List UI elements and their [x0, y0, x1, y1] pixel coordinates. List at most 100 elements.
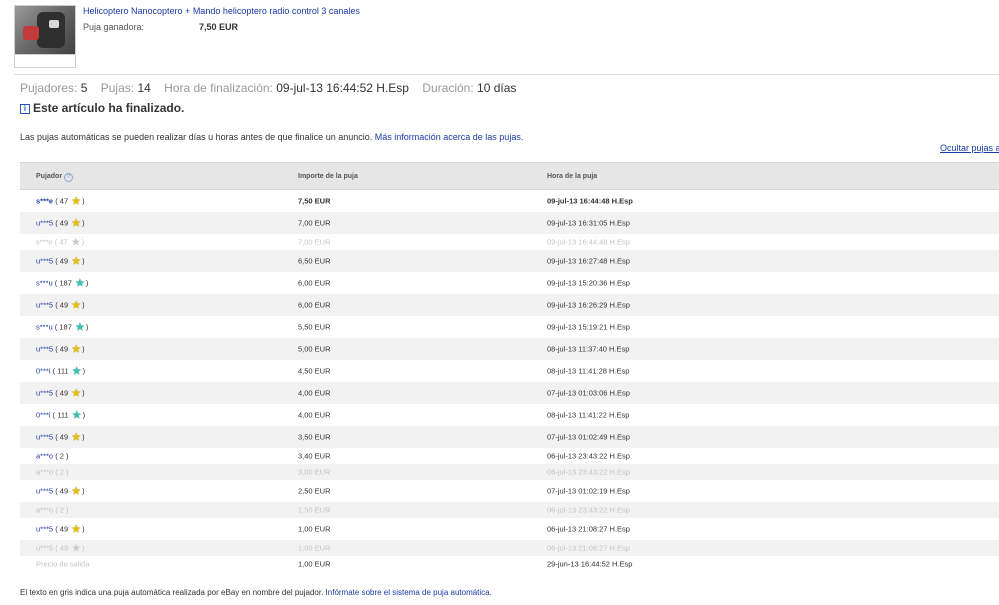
bidder-link[interactable]: u***5 — [36, 544, 53, 553]
table-row: s***u ( 187 ★) 6,00 EUR 09-jul-13 15:20:36… — [20, 272, 999, 294]
feedback-score[interactable]: ( 49 ★) — [53, 255, 84, 268]
feedback-score[interactable]: ( 111 ★) — [51, 409, 85, 422]
bidder-link[interactable]: 0***i — [36, 367, 51, 376]
bidder-cell: s***u ( 187 ★) — [36, 321, 89, 334]
bid-time: 09-jul-13 16:27:48 H.Esp — [547, 256, 630, 266]
feedback-score[interactable]: ( 47 ★) — [53, 236, 84, 249]
bidder-link[interactable]: s***u — [36, 323, 53, 332]
feedback-score-value: 2 — [59, 451, 64, 461]
item-header: Helicoptero Nanocoptero + Mando helicopt… — [14, 5, 999, 69]
bidder-link[interactable]: u***5 — [36, 257, 53, 266]
feedback-score[interactable]: ( 187 ★) — [53, 321, 89, 334]
bid-time: 09-jul-13 16:44:48 H.Esp — [547, 237, 630, 247]
bidder-link[interactable]: u***5 — [36, 301, 53, 310]
bidder-cell: a***o ( 2 ) — [36, 468, 69, 477]
table-row: u***5 ( 49 ★) 6,00 EUR 09-jul-13 16:26:29 … — [20, 294, 999, 316]
bidder-cell: s***e ( 47 ★) — [36, 196, 85, 207]
feedback-score[interactable]: ( 49 ★) — [53, 542, 84, 555]
table-row: a***o ( 2 ) 3,40 EUR 06-jul-13 23:43:22 H.… — [20, 448, 999, 464]
bidder-cell: 0***i ( 111 ★) — [36, 366, 85, 377]
bid-amount: 3,50 EUR — [298, 432, 331, 442]
bidder-link[interactable]: u***5 — [36, 345, 53, 354]
ended-notice: i Este artículo ha finalizado. — [20, 101, 184, 115]
bid-time: 07-jul-13 01:02:19 H.Esp — [547, 486, 630, 496]
bid-amount: 6,00 EUR — [298, 278, 331, 288]
gray-star-icon: ★ — [70, 236, 81, 249]
feedback-score[interactable]: ( 49 ★) — [53, 344, 84, 355]
bids-label: Pujas: — [100, 81, 135, 95]
feedback-score-value: 49 — [59, 486, 69, 496]
feedback-score[interactable]: ( 2 ) — [53, 468, 68, 477]
duration-value: 10 días — [477, 81, 517, 95]
table-row: a***o ( 2 ) 1,50 EUR 06-jul-13 23:43:22 H.… — [20, 502, 999, 518]
column-header-bidder[interactable]: Pujador? — [36, 173, 74, 182]
bidder-link[interactable]: u***5 — [36, 389, 53, 398]
bidder-link[interactable]: a***o — [36, 468, 53, 477]
table-row: 0***i ( 111 ★) 4,50 EUR 08-jul-13 11:41:28… — [20, 360, 999, 382]
table-row: u***5 ( 49 ★) 4,00 EUR 07-jul-13 01:03:06 … — [20, 382, 999, 404]
table-header: Pujador? Importe de la puja Hora de la p… — [20, 162, 999, 190]
bid-amount: 7,50 EUR — [298, 196, 331, 206]
feedback-score-value: 47 — [59, 196, 69, 206]
bidder-link[interactable]: u***5 — [36, 525, 53, 534]
help-icon[interactable]: ? — [64, 173, 74, 182]
column-header-time: Hora de la puja — [547, 173, 598, 180]
bidder-link[interactable]: a***o — [36, 452, 53, 461]
feedback-score-value: 49 — [59, 432, 69, 442]
bidder-cell: u***5 ( 49 ★) — [36, 300, 85, 311]
bid-amount: 2,50 EUR — [298, 486, 331, 496]
bidder-cell: 0***i ( 111 ★) — [36, 409, 85, 422]
feedback-score[interactable]: ( 111 ★) — [51, 366, 85, 377]
turquoise-star-icon: ★ — [74, 321, 85, 334]
bidder-link[interactable]: 0***i — [36, 411, 51, 420]
bidder-link[interactable]: a***o — [36, 506, 53, 515]
feedback-score[interactable]: ( 49 ★) — [53, 524, 84, 535]
turquoise-star-icon: ★ — [71, 409, 82, 422]
bidding-info-link[interactable]: Más información acerca de las pujas. — [375, 132, 524, 142]
feedback-score[interactable]: ( 49 ★) — [53, 486, 84, 497]
item-thumbnail[interactable] — [14, 5, 76, 55]
gray-star-icon: ★ — [71, 542, 82, 555]
bidder-link[interactable]: s***u — [36, 279, 53, 288]
feedback-score-value: 49 — [59, 524, 69, 534]
hide-bids-link[interactable]: Ocultar pujas a — [940, 143, 999, 153]
bidder-cell: s***e ( 47 ★) — [36, 236, 84, 249]
feedback-score-value: 49 — [59, 388, 69, 398]
bid-amount: 3,40 EUR — [298, 451, 331, 461]
feedback-score-value: 49 — [59, 344, 69, 354]
feedback-score[interactable]: ( 2 ) — [53, 506, 68, 515]
bidder-link[interactable]: s***e — [36, 238, 53, 247]
bid-amount: 3,00 EUR — [298, 467, 331, 477]
end-time-label: Hora de finalización: — [164, 81, 273, 95]
table-row: s***e ( 47 ★) 7,00 EUR 09-jul-13 16:44:48 … — [20, 234, 999, 250]
feedback-score[interactable]: ( 49 ★) — [53, 300, 84, 311]
bidder-link[interactable]: u***5 — [36, 219, 53, 228]
bid-amount: 4,00 EUR — [298, 388, 331, 398]
bidder-link[interactable]: s***e — [36, 197, 53, 206]
bids-value: 14 — [137, 81, 151, 95]
feedback-score-value: 2 — [59, 467, 64, 477]
table-row: u***5 ( 49 ★) 1,00 EUR 06-jul-13 21:08:27 … — [20, 518, 999, 540]
feedback-score-value: 111 — [57, 366, 69, 376]
auction-stats: Pujadores: 5 Pujas: 14 Hora de finalizac… — [20, 81, 516, 95]
feedback-score[interactable]: ( 187 ★) — [53, 278, 89, 289]
bidder-cell: s***u ( 187 ★) — [36, 278, 89, 289]
feedback-score[interactable]: ( 2 ) — [53, 452, 68, 461]
feedback-score[interactable]: ( 49 ★) — [53, 388, 84, 399]
feedback-score[interactable]: ( 49 ★) — [53, 432, 84, 443]
feedback-score[interactable]: ( 47 ★) — [53, 196, 84, 207]
item-title-link[interactable]: Helicoptero Nanocoptero + Mando helicopt… — [83, 6, 360, 16]
yellow-star-icon: ★ — [71, 255, 82, 268]
feedback-score-value: 47 — [59, 237, 68, 247]
feedback-score-value: 49 — [59, 300, 69, 310]
bidders-label: Pujadores: — [20, 81, 78, 95]
bidder-link[interactable]: u***5 — [36, 433, 53, 442]
feedback-score[interactable]: ( 49 ★) — [53, 218, 84, 229]
bidder-link[interactable]: u***5 — [36, 487, 53, 496]
proxy-bidding-info-link[interactable]: Infórmate sobre el sistema de puja autom… — [326, 588, 492, 597]
table-row: u***5 ( 49 ★) 7,00 EUR 09-jul-13 16:31:05 … — [20, 212, 999, 234]
table-row: u***5 ( 49 ★) 5,00 EUR 08-jul-13 11:37:40 … — [20, 338, 999, 360]
table-row: s***u ( 187 ★) 5,50 EUR 09-jul-13 15:19:21… — [20, 316, 999, 338]
feedback-score-value: 187 — [59, 322, 72, 332]
bidders-value: 5 — [80, 81, 88, 95]
